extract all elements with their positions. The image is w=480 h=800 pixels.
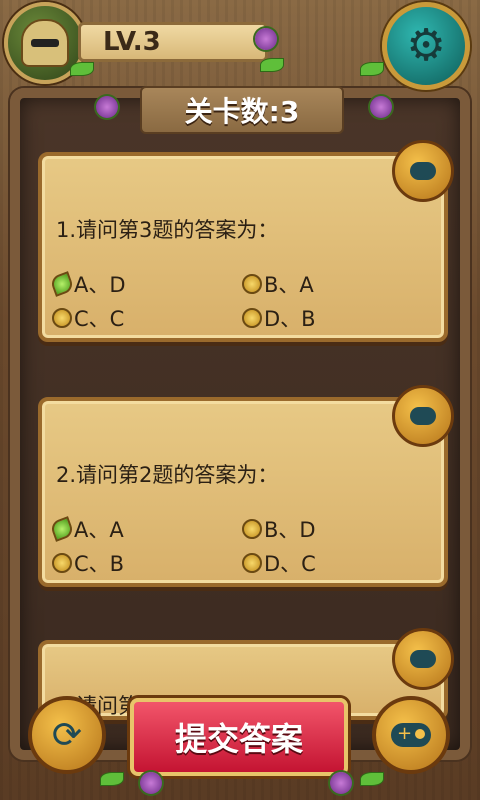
knight-helmet-icon <box>21 19 69 67</box>
radio-icon <box>242 553 262 573</box>
option-label: D、B <box>264 307 316 331</box>
chat-bubble-icon <box>410 407 436 425</box>
option-label: D、C <box>264 552 316 576</box>
rose-decoration <box>370 96 392 118</box>
radio-icon <box>242 274 262 294</box>
refresh-icon: ⟳ <box>51 714 83 756</box>
option-a[interactable]: A、D <box>49 271 242 297</box>
stage-label: 关卡数:3 <box>184 95 300 128</box>
leaf-decoration <box>70 62 94 76</box>
gear-icon: ⚙ <box>406 20 446 71</box>
hint-button[interactable] <box>392 628 454 690</box>
level-plate: LV.3 <box>78 22 268 62</box>
rose-decoration <box>96 96 118 118</box>
option-label: C、C <box>74 307 125 331</box>
radio-icon <box>242 308 262 328</box>
answer-options: A、A B、D C、B D、C <box>49 516 432 576</box>
gamepad-icon <box>391 723 431 747</box>
selected-leaf-icon <box>49 271 75 297</box>
leaf-decoration <box>360 772 384 786</box>
rose-decoration <box>140 772 162 794</box>
option-b[interactable]: B、A <box>242 272 432 297</box>
chat-bubble-icon <box>410 650 436 668</box>
selected-leaf-icon <box>49 516 75 542</box>
more-games-button[interactable] <box>372 696 450 774</box>
answer-options: A、D B、A C、C D、B <box>49 271 432 331</box>
bottom-bar: ⟳ 提交答案 <box>0 696 480 800</box>
option-a[interactable]: A、A <box>49 516 242 542</box>
stage-title-plate: 关卡数:3 <box>140 86 344 134</box>
submit-answer-button[interactable]: 提交答案 <box>130 698 348 776</box>
option-label: B、D <box>264 518 316 542</box>
leaf-decoration <box>360 62 384 76</box>
radio-icon <box>52 308 72 328</box>
option-c[interactable]: C、B <box>52 551 242 576</box>
rose-decoration <box>255 28 277 50</box>
question-card-1: 1.请问第3题的答案为： A、D B、A C、C D、B <box>38 140 454 342</box>
radio-icon <box>52 553 72 573</box>
question-text: 2.请问第2题的答案为： <box>56 463 279 487</box>
option-label: A、A <box>74 518 124 542</box>
option-label: C、B <box>74 552 125 576</box>
option-label: A、D <box>74 273 126 297</box>
submit-label: 提交答案 <box>174 720 303 758</box>
top-bar: LV.3 ⚙ <box>0 0 480 92</box>
option-d[interactable]: D、C <box>242 551 432 576</box>
settings-button[interactable]: ⚙ <box>382 2 470 90</box>
refresh-button[interactable]: ⟳ <box>28 696 106 774</box>
hint-button[interactable] <box>392 140 454 202</box>
question-text: 1.请问第3题的答案为： <box>56 218 279 242</box>
option-c[interactable]: C、C <box>52 306 242 331</box>
chat-bubble-icon <box>410 162 436 180</box>
option-label: B、A <box>264 273 314 297</box>
option-b[interactable]: B、D <box>242 517 432 542</box>
radio-icon <box>242 519 262 539</box>
level-label: LV.3 <box>103 27 161 57</box>
option-d[interactable]: D、B <box>242 306 432 331</box>
leaf-decoration <box>260 58 284 72</box>
question-card-2: 2.请问第2题的答案为： A、A B、D C、B D、C <box>38 385 454 587</box>
leaf-decoration <box>100 772 124 786</box>
hint-button[interactable] <box>392 385 454 447</box>
rose-decoration <box>330 772 352 794</box>
